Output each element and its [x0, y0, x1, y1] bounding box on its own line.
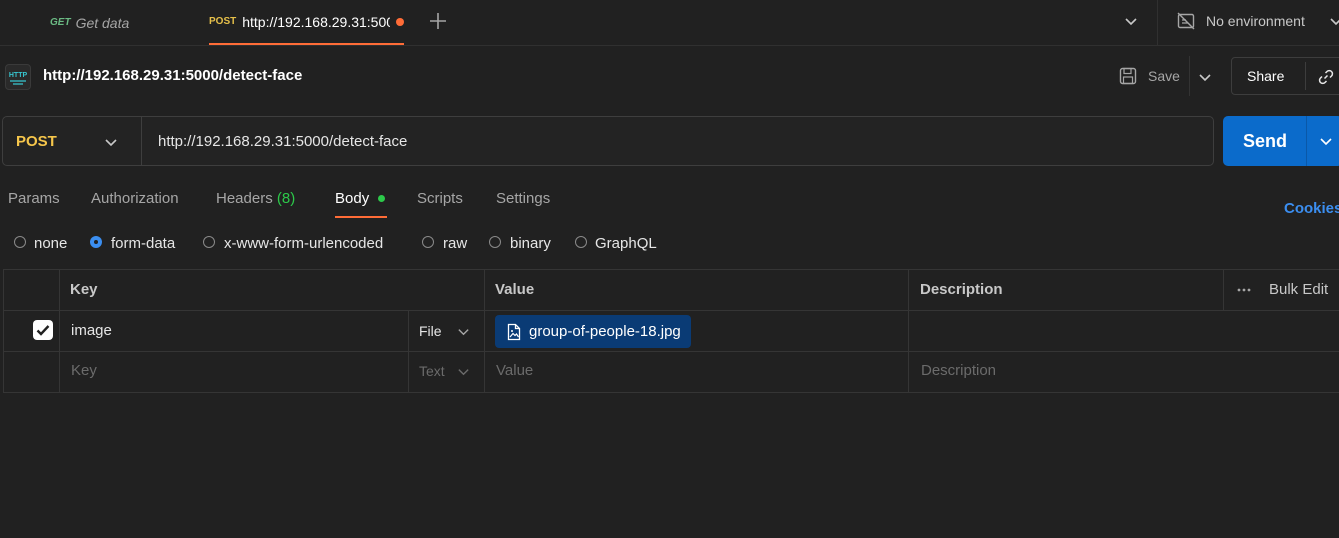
tab-scripts[interactable]: Scripts: [417, 190, 463, 207]
table-column-divider: [1223, 269, 1224, 310]
radio-label-none[interactable]: none: [34, 235, 67, 252]
link-icon[interactable]: [1316, 67, 1336, 87]
tab-label: Get data: [75, 14, 130, 31]
headers-count: (8): [276, 190, 296, 207]
file-name: group-of-people-18.jpg: [529, 323, 681, 340]
radio-graphql[interactable]: [575, 236, 587, 248]
radio-label-binary[interactable]: binary: [510, 235, 551, 252]
no-environment-icon: [1176, 11, 1196, 31]
checkmark-icon: [36, 325, 50, 336]
more-horizontal-icon: [1237, 287, 1251, 293]
column-header-value: Value: [495, 281, 535, 298]
radio-label-raw[interactable]: raw: [443, 235, 467, 252]
table-column-divider: [908, 269, 909, 393]
share-label: Share: [1247, 68, 1285, 84]
table-column-divider: [59, 269, 60, 393]
tab-bar: [0, 0, 1339, 46]
divider: [1189, 56, 1190, 96]
chevron-down-icon[interactable]: [1124, 14, 1138, 28]
chevron-down-icon[interactable]: [457, 365, 470, 378]
tab-headers[interactable]: Headers (8): [216, 190, 295, 207]
divider: [1305, 62, 1306, 90]
column-header-description: Description: [920, 281, 1003, 298]
file-chip[interactable]: group-of-people-18.jpg: [495, 315, 691, 348]
radio-none[interactable]: [14, 236, 26, 248]
radio-raw[interactable]: [422, 236, 434, 248]
send-button[interactable]: Send: [1223, 116, 1339, 166]
radio-label-x-www-form-urlencoded[interactable]: x-www-form-urlencoded: [224, 235, 383, 252]
tab-detect-face[interactable]: POST http://192.168.29.31:5000/detect-fa…: [209, 0, 404, 45]
table-column-divider: [408, 311, 409, 393]
radio-label-graphql[interactable]: GraphQL: [595, 235, 657, 252]
method-selector[interactable]: POST: [16, 133, 57, 150]
row-enabled-checkbox[interactable]: [33, 320, 53, 340]
tab-params[interactable]: Params: [8, 190, 60, 207]
tab-label: http://192.168.29.31:5000/detect-face: [242, 13, 390, 30]
active-tab-underline: [335, 216, 387, 218]
chevron-down-icon[interactable]: [1319, 134, 1333, 148]
radio-binary[interactable]: [489, 236, 501, 248]
new-key-field[interactable]: Key: [71, 362, 97, 379]
environment-label: No environment: [1206, 13, 1305, 29]
row-key-field[interactable]: image: [71, 322, 112, 339]
chevron-down-icon[interactable]: [1198, 70, 1212, 84]
bulk-edit-button[interactable]: Bulk Edit: [1237, 281, 1328, 298]
chevron-down-icon[interactable]: [104, 135, 118, 149]
radio-label-form-data[interactable]: form-data: [111, 235, 175, 252]
divider: [1157, 0, 1158, 45]
new-value-field[interactable]: Value: [496, 362, 533, 379]
divider: [141, 117, 142, 165]
share-button[interactable]: Share: [1231, 57, 1339, 95]
radio-x-www-form-urlencoded[interactable]: [203, 236, 215, 248]
column-header-key: Key: [70, 281, 98, 298]
url-input[interactable]: [150, 126, 1216, 156]
radio-form-data[interactable]: [90, 236, 102, 248]
environment-selector[interactable]: No environment: [1176, 10, 1305, 32]
tab-body[interactable]: Body: [335, 190, 369, 207]
http-icon: HTTP: [5, 64, 31, 90]
file-image-icon: [505, 323, 523, 341]
body-indicator-dot: [378, 195, 385, 202]
table-row-divider: [3, 310, 1339, 311]
tab-get-data[interactable]: GET Get data: [50, 0, 200, 45]
send-label: Send: [1243, 131, 1288, 151]
row-type-selector[interactable]: File: [419, 323, 442, 339]
tab-settings[interactable]: Settings: [496, 190, 550, 207]
new-description-field[interactable]: Description: [921, 362, 996, 379]
table-column-divider: [484, 269, 485, 393]
unsaved-indicator: [396, 17, 404, 26]
cookies-link[interactable]: Cookies: [1284, 200, 1339, 217]
save-icon: [1118, 66, 1138, 86]
divider: [1306, 116, 1307, 166]
save-label: Save: [1148, 68, 1180, 84]
table-row-divider: [3, 351, 1339, 352]
bulk-edit-label: Bulk Edit: [1269, 281, 1329, 298]
tab-method-label: GET: [50, 17, 71, 28]
new-type-selector[interactable]: Text: [419, 363, 445, 379]
request-title[interactable]: http://192.168.29.31:5000/detect-face: [43, 67, 302, 84]
tab-authorization[interactable]: Authorization: [91, 190, 179, 207]
http-icon-text: HTTP: [9, 72, 28, 79]
tab-headers-label: Headers: [216, 190, 273, 207]
plus-icon[interactable]: [428, 11, 448, 31]
chevron-down-icon[interactable]: [1329, 14, 1339, 28]
chevron-down-icon[interactable]: [457, 325, 470, 338]
tab-method-label: POST: [209, 16, 237, 27]
save-button[interactable]: Save: [1118, 65, 1180, 87]
